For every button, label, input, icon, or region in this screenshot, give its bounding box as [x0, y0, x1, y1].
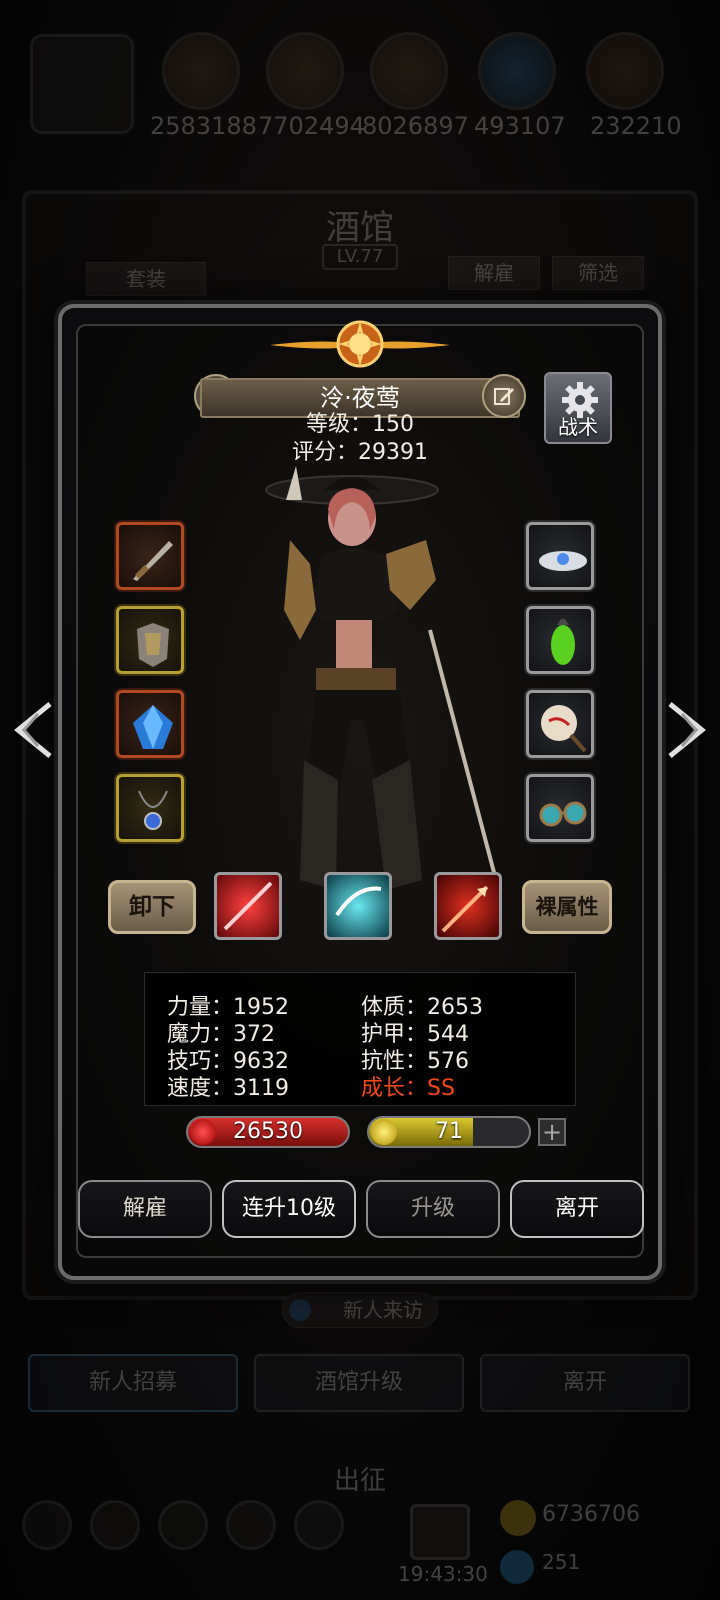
stat-speed: 速度：3119 [167, 1076, 289, 1101]
fan-icon [541, 705, 587, 753]
gift-icon[interactable] [410, 1504, 470, 1560]
fan-slot[interactable] [526, 690, 594, 758]
set-button[interactable]: 套装 [86, 262, 206, 296]
goggles-icon [539, 801, 587, 827]
energy-bar: 71 [367, 1116, 531, 1148]
armor-icon [137, 623, 169, 667]
blade-slash-icon [223, 881, 273, 931]
resource-count-1: 2583188 [150, 112, 257, 140]
nav-icon-1[interactable] [22, 1500, 72, 1550]
expedition-label[interactable]: 出征 [0, 1460, 720, 1497]
tavern-dismiss-button[interactable]: 解雇 [448, 256, 540, 290]
skill-slot-3[interactable] [434, 872, 502, 940]
tavern-level: LV.77 [322, 244, 398, 270]
hp-value: 26530 [233, 1119, 303, 1144]
recruit-button[interactable]: 新人招募 [28, 1354, 238, 1412]
green-crystal-icon [551, 619, 575, 665]
cloud-ring-icon [539, 551, 587, 571]
goggles-slot[interactable] [526, 774, 594, 842]
resource-icon-4 [478, 32, 556, 110]
nav-icon-4[interactable] [226, 1500, 276, 1550]
tactics-label: 战术 [558, 415, 598, 439]
resource-count-4: 493107 [474, 112, 566, 140]
dagger-icon [133, 541, 173, 581]
tavern-title: 酒馆 [326, 208, 394, 248]
stat-growth: 成长：SS [361, 1076, 455, 1101]
edit-icon [494, 388, 514, 405]
nav-icon-2[interactable] [90, 1500, 140, 1550]
resource-count-5: 232210 [590, 112, 682, 140]
energy-value: 71 [435, 1119, 463, 1144]
resource-icon-2 [266, 32, 344, 110]
gold-amount: 6736706 [542, 1502, 640, 1527]
nav-icon-5[interactable] [294, 1500, 344, 1550]
hero-portrait [265, 466, 498, 890]
weapon-slot[interactable] [116, 522, 184, 590]
tavern-leave-button[interactable]: 离开 [480, 1354, 690, 1412]
charm-slot[interactable] [526, 606, 594, 674]
prev-hero-arrow-icon[interactable] [10, 700, 60, 760]
resource-slot-sword [30, 34, 134, 134]
resource-count-2: 7702494 [258, 112, 365, 140]
visitor-label: 新人来访 [343, 1298, 423, 1322]
nav-icon-3[interactable] [158, 1500, 208, 1550]
next-hero-arrow-icon[interactable] [660, 700, 710, 760]
level-up-10-button[interactable]: 连升10级 [222, 1180, 356, 1238]
spear-strike-icon [441, 885, 489, 933]
ring-slot[interactable] [526, 522, 594, 590]
base-attributes-button[interactable]: 裸属性 [522, 880, 612, 934]
gem-amount: 251 [542, 1550, 581, 1574]
skill-slot-1[interactable] [214, 872, 282, 940]
amulet-icon [138, 790, 168, 830]
gold-coin-icon [500, 1500, 536, 1536]
gem-slot[interactable] [116, 690, 184, 758]
resource-icon-3 [370, 32, 448, 110]
resource-icon-1 [162, 32, 240, 110]
level-up-button[interactable]: 升级 [366, 1180, 500, 1238]
filter-button[interactable]: 筛选 [552, 256, 644, 290]
leave-button[interactable]: 离开 [510, 1180, 644, 1238]
sun-emblem-icon [270, 320, 450, 368]
visitor-badge[interactable]: 新人来访 [282, 1292, 438, 1328]
unequip-button[interactable]: 卸下 [108, 880, 196, 934]
skill-slot-2[interactable] [324, 872, 392, 940]
gem-icon [500, 1550, 534, 1584]
visitor-icon [289, 1299, 311, 1321]
tactics-button[interactable]: 战术 [544, 372, 612, 444]
clock-time: 19:43:30 [398, 1562, 488, 1586]
amulet-slot[interactable] [116, 774, 184, 842]
dismiss-hero-button[interactable]: 解雇 [78, 1180, 212, 1238]
stats-panel: 力量：1952 体质：2653 魔力：372 护甲：544 技巧：9632 抗性… [144, 972, 576, 1106]
wind-slash-icon [335, 886, 382, 917]
resource-icon-5 [586, 32, 664, 110]
add-energy-button[interactable]: + [538, 1118, 566, 1146]
blue-crystal-icon [133, 705, 173, 749]
tavern-upgrade-button[interactable]: 酒馆升级 [254, 1354, 464, 1412]
resource-count-3: 8026897 [362, 112, 469, 140]
tavern-screen: { "top_resources": { "values": ["2583188… [0, 0, 720, 1600]
hp-bar: 26530 [186, 1116, 350, 1148]
armor-slot[interactable] [116, 606, 184, 674]
